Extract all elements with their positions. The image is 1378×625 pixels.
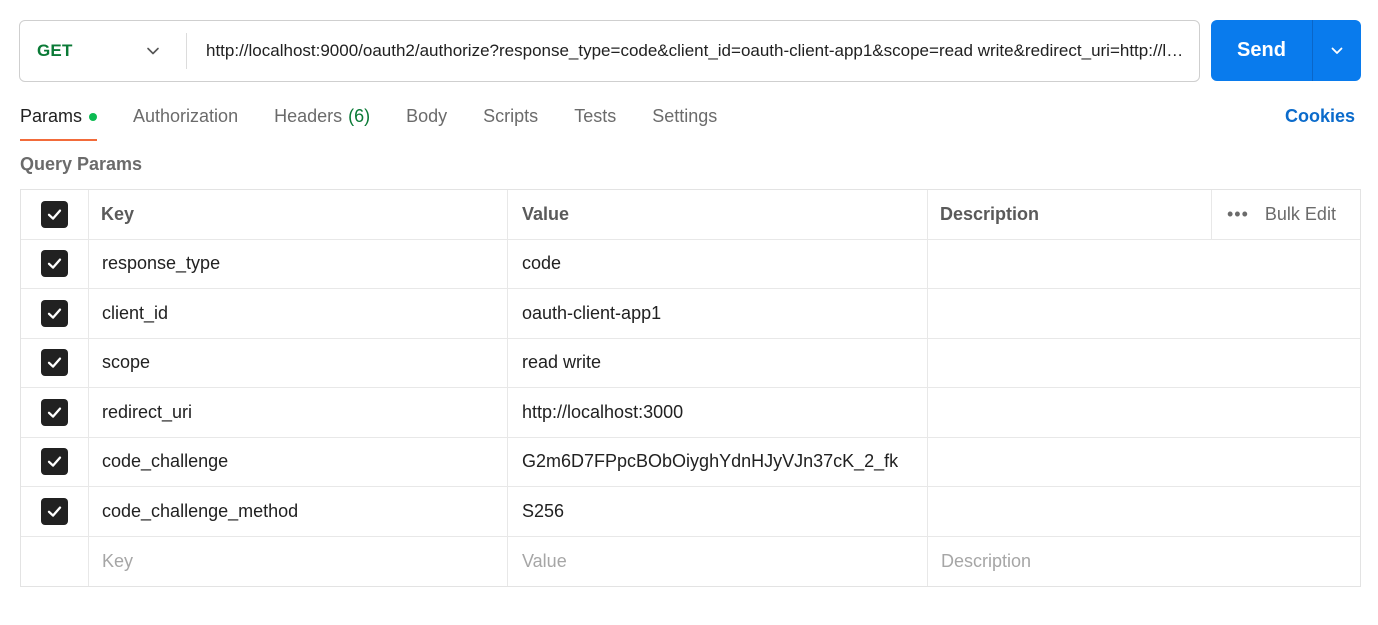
tab-body[interactable]: Body [406,100,447,142]
send-button[interactable]: Send [1211,20,1312,81]
param-value-text: read write [522,352,602,373]
row-checkbox[interactable] [41,497,68,525]
param-value-text: G2m6D7FPpcBObOiyghYdnHJyVJn37cK_2_fk [522,451,899,472]
params-active-dot [89,113,98,121]
send-button-group: Send [1211,20,1361,81]
param-value-text: code [522,253,562,274]
param-description[interactable] [928,487,1360,536]
row-checkbox[interactable] [41,398,68,426]
param-key[interactable]: client_id [89,289,508,338]
tab-tests[interactable]: Tests [574,100,616,142]
request-tabs: Params Authorization Headers (6) Body Sc… [20,100,753,142]
check-icon [47,308,62,319]
check-icon [47,357,62,368]
tab-label: Scripts [483,106,539,126]
row-checkbox[interactable] [41,349,68,377]
param-description[interactable] [928,438,1360,487]
table-row: code_challenge G2m6D7FPpcBObOiyghYdnHJyV… [21,437,1360,487]
tab-label: Authorization [133,106,239,126]
tab-label: Headers [274,106,343,126]
chevron-down-icon [1331,47,1343,54]
param-value[interactable]: http://localhost:3000 [508,388,928,437]
tab-params[interactable]: Params [20,100,98,142]
check-icon [47,407,62,418]
bulk-edit-button[interactable]: ••• Bulk Edit [1212,190,1360,239]
query-params-table: Key Value Description ••• Bulk Edit resp… [20,189,1361,587]
param-value-text: S256 [522,500,565,521]
method-label: GET [37,41,73,60]
param-value[interactable]: code [508,239,928,288]
more-options-icon[interactable]: ••• [1227,204,1249,225]
param-description[interactable] [928,388,1360,437]
new-value-input[interactable]: Value [508,536,928,586]
table-header-row: Key Value Description ••• Bulk Edit [21,190,1360,240]
column-header-value: Value [508,190,928,239]
request-url-bar: GET http://localhost:9000/oauth2/authori… [19,20,1200,82]
tab-label: Body [406,106,448,126]
table-row: client_id oauth-client-app1 [21,289,1360,339]
new-value-placeholder: Value [522,550,567,571]
row-check-cell [21,437,89,486]
column-header-key: Key [89,190,508,239]
select-all-checkbox[interactable] [41,200,68,228]
new-param-row: Key Value Description [21,536,1360,587]
table-row: redirect_uri http://localhost:3000 [21,388,1360,438]
param-key[interactable]: response_type [89,239,508,288]
param-value-text: oauth-client-app1 [522,302,662,323]
new-key-input[interactable]: Key [89,536,508,586]
url-input[interactable]: http://localhost:9000/oauth2/authorize?r… [187,21,1199,81]
bulk-edit-label: Bulk Edit [1264,203,1336,224]
url-text: http://localhost:9000/oauth2/authorize?r… [206,41,1189,60]
row-check-cell [21,239,89,288]
check-icon [47,258,62,269]
tab-label: Settings [652,106,718,126]
empty-check-cell [21,536,89,586]
table-row: code_challenge_method S256 [21,487,1360,537]
row-check-cell [21,487,89,536]
tab-authorization[interactable]: Authorization [133,100,238,142]
param-value[interactable]: G2m6D7FPpcBObOiyghYdnHJyVJn37cK_2_fk [508,437,928,486]
send-options-button[interactable] [1313,20,1361,81]
headers-count: (6) [348,106,371,126]
check-icon [47,456,62,467]
new-description-input[interactable]: Description [928,537,1360,587]
tab-label: Tests [574,106,617,126]
select-all-cell [21,190,89,239]
method-select[interactable]: GET [20,21,186,81]
param-value[interactable]: read write [508,338,928,387]
row-check-cell [21,338,89,387]
cookies-link[interactable]: Cookies [1285,106,1355,127]
row-checkbox[interactable] [41,250,68,278]
table-row: scope read write [21,338,1360,388]
check-icon [47,506,62,517]
param-description[interactable] [928,240,1360,289]
tab-label: Params [20,106,83,126]
row-checkbox[interactable] [41,299,68,327]
tab-scripts[interactable]: Scripts [483,100,538,142]
query-params-title: Query Params [20,154,143,174]
tab-headers[interactable]: Headers (6) [274,100,370,142]
table-row: response_type code [21,239,1360,289]
param-key[interactable]: code_challenge_method [89,487,508,536]
param-key[interactable]: code_challenge [89,437,508,486]
param-value[interactable]: oauth-client-app1 [508,289,928,338]
param-key[interactable]: scope [89,338,508,387]
check-icon [47,209,62,220]
chevron-down-icon [147,47,159,55]
row-check-cell [21,289,89,338]
tab-settings[interactable]: Settings [652,100,717,142]
param-description[interactable] [928,289,1360,338]
row-check-cell [21,388,89,437]
param-description[interactable] [928,339,1360,388]
row-checkbox[interactable] [41,448,68,476]
param-value-text: http://localhost:3000 [522,401,684,422]
param-value[interactable]: S256 [508,487,928,536]
param-key[interactable]: redirect_uri [89,388,508,437]
column-header-description: Description [928,190,1212,239]
